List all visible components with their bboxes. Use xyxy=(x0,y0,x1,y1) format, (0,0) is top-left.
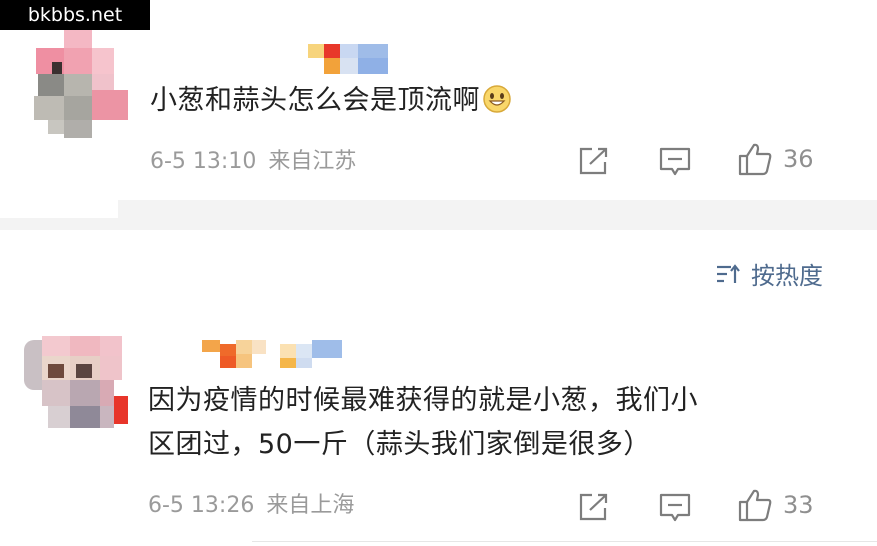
comment-meta: 6-5 13:26 来自上海 xyxy=(148,492,354,520)
username-censored[interactable] xyxy=(202,340,344,370)
sort-icon xyxy=(717,263,740,283)
comment-text: 因为疫情的时候最难获得的就是小葱，我们小 区团过，50一斤（蒜头我们家倒是很多） xyxy=(148,382,848,464)
like-button[interactable]: 36 xyxy=(737,142,814,176)
comment-icon xyxy=(659,493,691,522)
comment-meta: 6-5 13:10 来自江苏 xyxy=(150,148,356,176)
comment-text-line: 区团过，50一斤（蒜头我们家倒是很多） xyxy=(148,429,651,460)
sort-by-hot-button[interactable]: 按热度 xyxy=(715,256,823,291)
grinning-face-emoji xyxy=(483,85,511,113)
share-button[interactable] xyxy=(578,146,610,176)
comment-time: 6-5 13:26 xyxy=(148,493,255,518)
comment-icon xyxy=(659,147,691,176)
sort-label: 按热度 xyxy=(751,262,823,290)
comment-location: 来自江苏 xyxy=(268,149,357,174)
avatar[interactable] xyxy=(28,30,128,140)
like-count: 36 xyxy=(783,145,814,173)
like-button[interactable]: 33 xyxy=(737,488,814,522)
watermark: bkbbs.net xyxy=(0,0,150,30)
share-icon xyxy=(579,147,608,175)
section-divider xyxy=(0,200,877,230)
thumbs-up-icon xyxy=(738,489,772,522)
comment-time: 6-5 13:10 xyxy=(150,149,257,174)
thumbs-up-icon xyxy=(738,143,772,176)
comment-location: 来自上海 xyxy=(266,493,355,518)
share-icon xyxy=(579,493,608,521)
avatar[interactable] xyxy=(18,336,128,432)
weibo-comments-page: bkbbs.net 小葱和蒜头怎么会是顶流啊 6-5 13:10 来自江苏 36… xyxy=(0,0,877,546)
comment-text: 小葱和蒜头怎么会是顶流啊 xyxy=(150,82,512,120)
username-censored[interactable] xyxy=(308,44,390,76)
like-count: 33 xyxy=(783,491,814,519)
share-button[interactable] xyxy=(578,492,610,522)
bottom-divider xyxy=(252,541,877,542)
comment-button[interactable] xyxy=(658,492,692,524)
comment-button[interactable] xyxy=(658,146,692,178)
comment-text-line: 因为疫情的时候最难获得的就是小葱，我们小 xyxy=(148,385,698,416)
